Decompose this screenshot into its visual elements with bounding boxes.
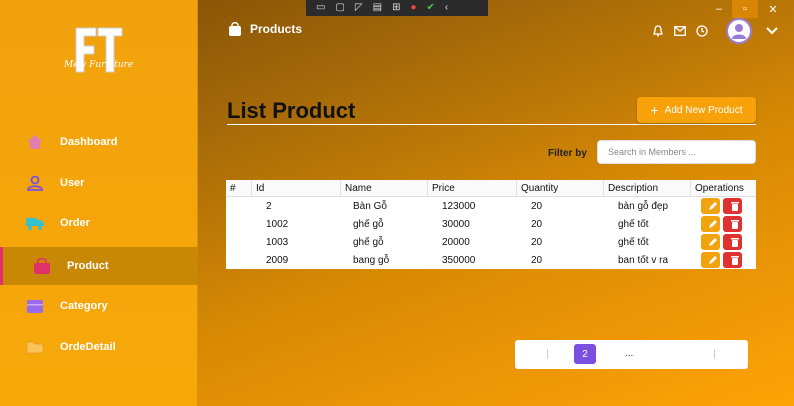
sidebar-item-ordedetail[interactable]: OrdeDetail [0, 328, 198, 366]
mail-icon[interactable] [672, 23, 688, 39]
delete-icon[interactable] [723, 216, 742, 232]
cell-price: 350000 [442, 254, 476, 266]
pagination-ellipsis[interactable]: ... [625, 348, 633, 359]
delete-icon[interactable] [723, 252, 742, 268]
table-row[interactable]: 2009 bang gỗ 350000 20 ban tốt v ra [226, 251, 756, 269]
table-row[interactable]: 1003 ghế gỗ 20000 20 ghế tốt [226, 233, 756, 251]
sidebar-item-order[interactable]: Order [0, 204, 198, 242]
plus-icon: + [650, 102, 659, 118]
clock-icon[interactable] [694, 23, 710, 39]
sidebar-item-user[interactable]: User [0, 164, 198, 202]
cell-id: 1003 [266, 236, 289, 248]
bag-icon [229, 22, 241, 36]
column-header: Price [428, 180, 517, 196]
search-placeholder: Search in Members ... [608, 147, 697, 157]
pagination-divider [714, 349, 715, 359]
cell-quantity: 20 [531, 254, 543, 266]
header-actions [650, 18, 780, 44]
sidebar-item-label: Category [60, 300, 108, 312]
delete-icon[interactable] [723, 198, 742, 214]
check-icon[interactable]: ✔ [427, 0, 435, 16]
folder-icon [26, 341, 44, 354]
column-header: Description [604, 180, 691, 196]
delete-icon[interactable] [723, 234, 742, 250]
grid-icon[interactable]: ⊞ [392, 0, 400, 16]
box-icon [27, 300, 43, 313]
edit-icon[interactable] [701, 234, 720, 250]
maximize-icon[interactable]: ▫ [732, 0, 758, 18]
edit-icon[interactable] [701, 252, 720, 268]
title-divider [227, 124, 756, 125]
column-header: Operations [695, 183, 744, 194]
sidebar-item-label: Product [67, 260, 109, 272]
add-new-product-button[interactable]: + Add New Product [637, 97, 756, 123]
column-header: Id [252, 180, 341, 196]
add-button-label: Add New Product [664, 104, 743, 116]
search-input[interactable]: Search in Members ... [597, 140, 756, 164]
sidebar-item-label: OrdeDetail [60, 341, 116, 353]
cell-quantity: 20 [531, 236, 543, 248]
cell-price: 20000 [442, 236, 470, 248]
user-icon [27, 175, 43, 191]
page-button-current[interactable]: 2 [574, 344, 596, 364]
cell-price: 30000 [442, 218, 470, 230]
cell-description: ghế tốt [618, 236, 649, 248]
floating-toolbar: ▭ ▢ ◸ ▤ ⊞ ● ✔ ‹ [306, 0, 488, 16]
cell-id: 1002 [266, 218, 289, 230]
page-title: List Product [227, 98, 356, 123]
sidebar: Mew Furniture Dashboard User Order Produ… [0, 0, 198, 406]
truck-icon [26, 218, 44, 230]
chevron-left-icon[interactable]: ‹ [445, 0, 448, 16]
cell-id: 2009 [266, 254, 289, 266]
page-header: Products [228, 22, 302, 36]
pointer-icon[interactable]: ◸ [355, 0, 363, 16]
sidebar-item-dashboard[interactable]: Dashboard [0, 123, 198, 161]
logo-text: Mew Furniture [64, 60, 134, 70]
edit-icon[interactable] [701, 216, 720, 232]
bag-icon [34, 258, 50, 274]
bell-icon[interactable] [650, 23, 666, 39]
table-row[interactable]: 1002 ghế gỗ 30000 20 ghế tốt [226, 215, 756, 233]
home-icon [27, 135, 43, 149]
table-header: # Id Name Price Quantity Description Ope… [226, 180, 756, 197]
record-icon[interactable]: ● [410, 0, 416, 16]
column-header: Quantity [517, 180, 604, 196]
cell-description: bàn gỗ đẹp [618, 200, 669, 212]
cell-description: ghế tốt [618, 218, 649, 230]
cell-id: 2 [266, 200, 272, 212]
close-icon[interactable]: ✕ [760, 0, 786, 18]
header-title: Products [250, 22, 303, 36]
cell-quantity: 20 [531, 218, 543, 230]
column-header: Name [341, 180, 428, 196]
sidebar-item-category[interactable]: Category [0, 287, 198, 325]
sidebar-item-label: User [60, 177, 85, 189]
pagination: 2 ... [515, 340, 748, 369]
layout-icon[interactable]: ▤ [373, 0, 382, 16]
cell-name: bang gỗ [353, 254, 390, 266]
sidebar-item-product[interactable]: Product [0, 247, 198, 285]
sidebar-item-label: Dashboard [60, 136, 118, 148]
table-row[interactable]: 2 Bàn Gỗ 123000 20 bàn gỗ đẹp [226, 197, 756, 215]
chevron-down-icon[interactable] [764, 23, 780, 39]
cell-quantity: 20 [531, 200, 543, 212]
product-table: # Id Name Price Quantity Description Ope… [226, 180, 756, 269]
minimize-icon[interactable]: – [706, 0, 732, 18]
cell-name: ghế gỗ [353, 218, 384, 230]
sidebar-item-label: Order [60, 217, 90, 229]
cell-price: 123000 [442, 200, 476, 212]
avatar[interactable] [726, 18, 752, 44]
filter-label: Filter by [548, 148, 587, 159]
cell-name: Bàn Gỗ [353, 200, 387, 212]
camera-icon[interactable]: ▢ [335, 0, 344, 16]
cell-name: ghế gỗ [353, 236, 384, 248]
toolbar-icon[interactable]: ▭ [316, 0, 325, 16]
column-header: # [226, 180, 252, 196]
edit-icon[interactable] [701, 198, 720, 214]
cell-description: ban tốt v ra [618, 254, 669, 266]
pagination-divider [547, 349, 548, 359]
